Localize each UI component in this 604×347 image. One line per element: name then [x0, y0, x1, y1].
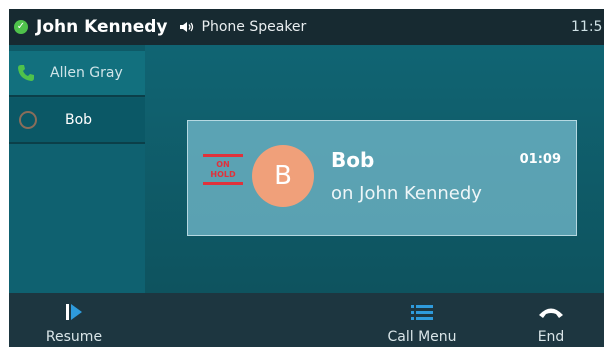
line-label: Bob [65, 112, 93, 128]
on-hold-badge: ON HOLD [203, 154, 243, 192]
resume-icon [64, 299, 84, 325]
call-card[interactable]: ON HOLD B Bob on John Kennedy 01:09 [187, 120, 577, 236]
phone-screen: ✓ John Kennedy Phone Speaker 11:5 Allen … [9, 9, 604, 347]
speaker-icon [179, 21, 198, 33]
call-duration: 01:09 [519, 152, 561, 167]
line-item-bob[interactable]: Bob [9, 98, 145, 142]
empty-line-slot [9, 142, 145, 295]
softkey-bar: Resume Call Menu End [9, 293, 604, 347]
line-label: Allen Gray [50, 65, 123, 81]
resume-label: Resume [45, 329, 103, 345]
caller-name: Bob [331, 148, 375, 172]
clock: 11:5 [571, 19, 603, 35]
resume-button[interactable]: Resume [39, 293, 109, 347]
hold-badge-line1: ON [216, 160, 230, 169]
audio-device-label: Phone Speaker [201, 19, 307, 35]
call-menu-label: Call Menu [387, 329, 457, 345]
call-menu-button[interactable]: Call Menu [377, 293, 467, 347]
menu-list-icon [411, 299, 433, 325]
line-item-allen-gray[interactable]: Allen Gray [9, 51, 145, 97]
avatar: B [252, 145, 314, 207]
caller-line: on John Kennedy [331, 183, 482, 204]
end-label: End [537, 329, 565, 345]
phone-icon [16, 63, 36, 83]
hang-up-icon [537, 299, 565, 325]
status-bar: ✓ John Kennedy Phone Speaker 11:5 [9, 9, 604, 45]
hold-badge-line2: HOLD [210, 170, 236, 179]
account-name: John Kennedy [36, 17, 168, 37]
end-call-button[interactable]: End [521, 293, 581, 347]
call-line-list: Allen Gray Bob [9, 45, 145, 295]
hold-indicator-icon [19, 111, 37, 129]
registered-check-icon: ✓ [14, 20, 28, 34]
